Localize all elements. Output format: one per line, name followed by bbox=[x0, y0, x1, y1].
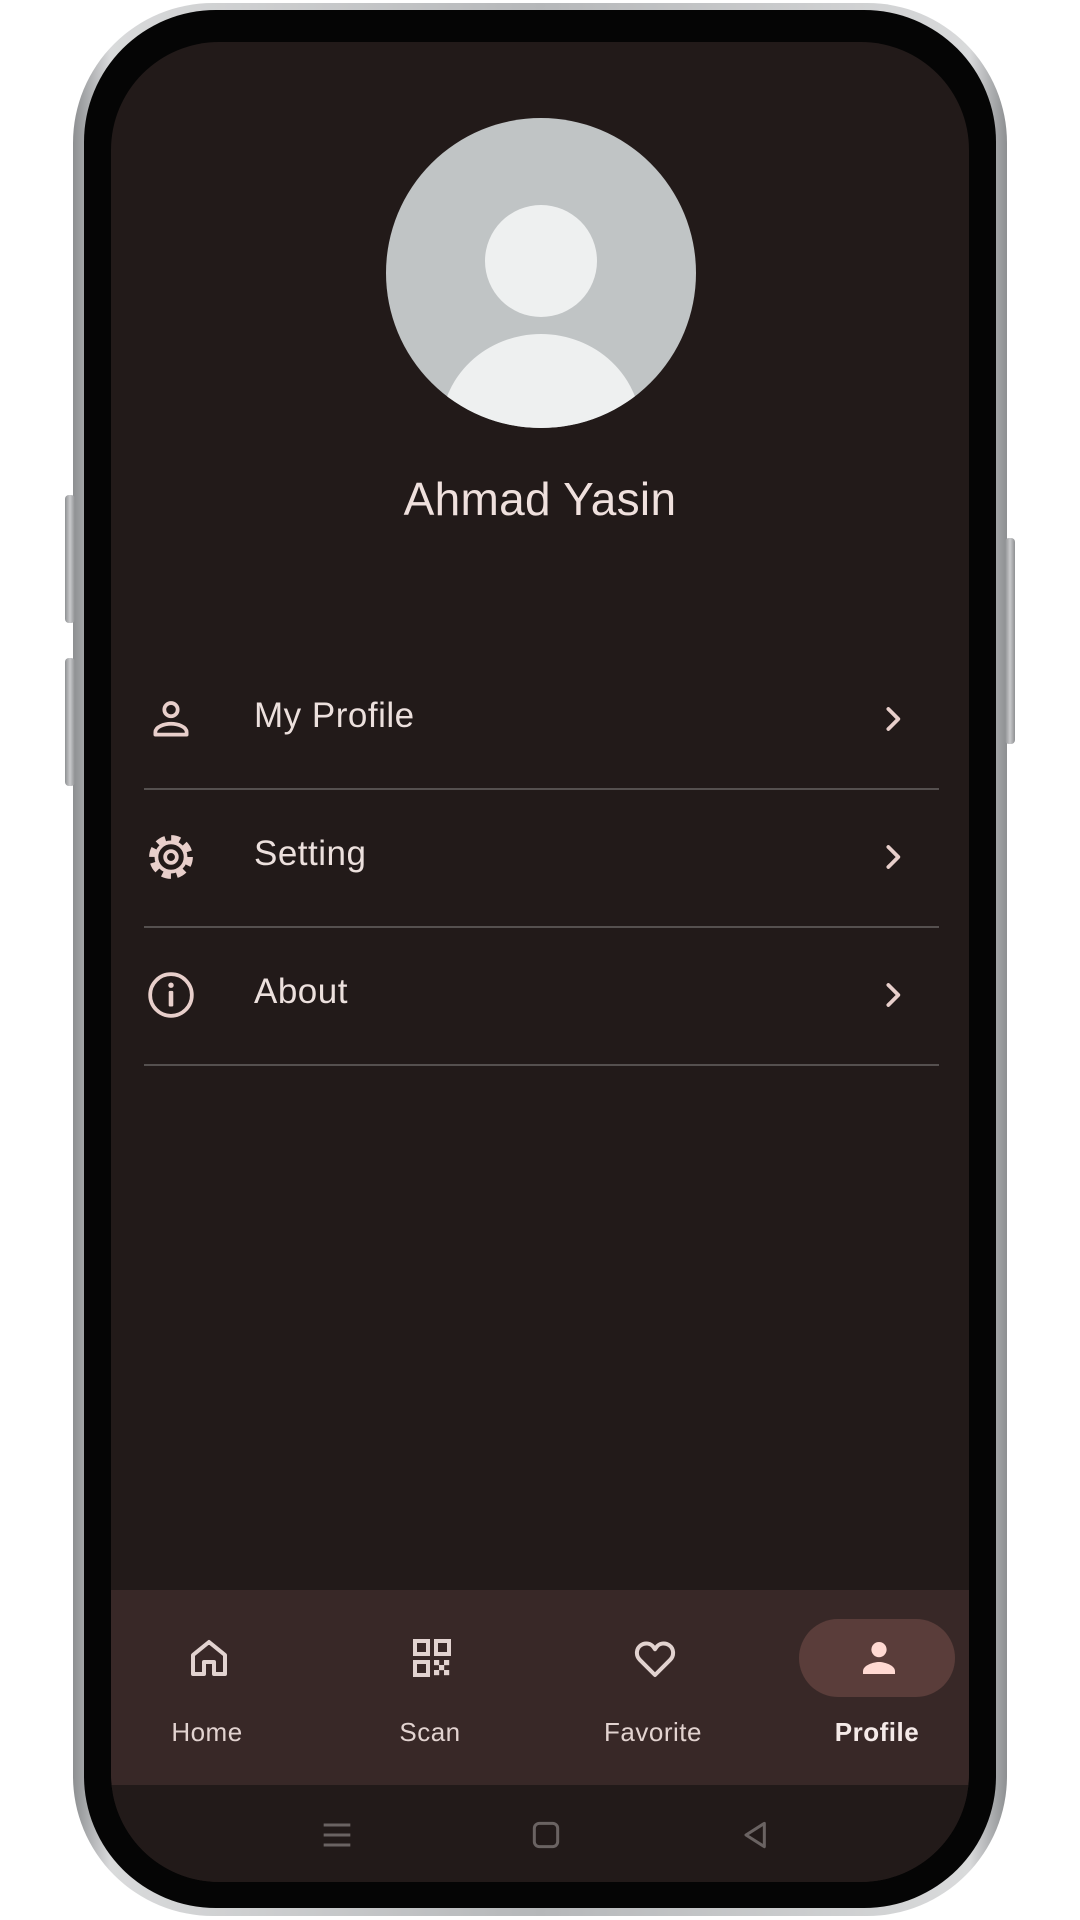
heart-icon bbox=[634, 1641, 676, 1677]
app-screen: Ahmad Yasin My Profile Setting About Hom… bbox=[111, 42, 969, 1882]
bottom-navigation: Home Scan Favorite Profile bbox=[111, 1590, 969, 1785]
info-circle-icon bbox=[148, 972, 194, 1018]
nav-item-favorite[interactable]: Favorite bbox=[558, 1590, 748, 1785]
back-triangle-icon[interactable] bbox=[736, 1815, 776, 1855]
home-icon bbox=[191, 1640, 227, 1676]
nav-item-home[interactable]: Home bbox=[112, 1590, 302, 1785]
volume-down-button bbox=[65, 658, 75, 786]
avatar-head bbox=[485, 205, 597, 317]
nav-item-scan[interactable]: Scan bbox=[335, 1590, 525, 1785]
user-name: Ahmad Yasin bbox=[403, 473, 677, 525]
avatar-body bbox=[441, 334, 641, 428]
nav-label: Favorite bbox=[604, 1717, 702, 1747]
menu-item-label: About bbox=[254, 972, 348, 1011]
nav-label: Scan bbox=[399, 1717, 461, 1747]
device-mockup: Ahmad Yasin My Profile Setting About Hom… bbox=[0, 0, 1080, 1920]
power-button bbox=[1005, 538, 1015, 744]
person-filled-icon bbox=[863, 1642, 895, 1674]
recents-icon[interactable] bbox=[317, 1815, 357, 1855]
menu-item-setting[interactable]: Setting bbox=[144, 788, 939, 928]
avatar[interactable] bbox=[386, 118, 696, 428]
nav-label: Home bbox=[171, 1717, 243, 1747]
nav-label: Profile bbox=[834, 1717, 920, 1747]
qr-code-icon bbox=[413, 1639, 451, 1677]
system-navigation-bar bbox=[111, 1785, 969, 1882]
person-outline-icon bbox=[153, 701, 189, 737]
gear-icon bbox=[149, 835, 193, 879]
chevron-right-icon bbox=[886, 707, 901, 731]
menu-item-label: My Profile bbox=[254, 696, 415, 735]
menu-item-my-profile[interactable]: My Profile bbox=[144, 650, 939, 790]
volume-up-button bbox=[65, 495, 75, 623]
menu-item-about[interactable]: About bbox=[144, 926, 939, 1066]
chevron-right-icon bbox=[886, 983, 901, 1007]
home-square-icon[interactable] bbox=[526, 1815, 566, 1855]
chevron-right-icon bbox=[886, 845, 901, 869]
nav-item-profile[interactable]: Profile bbox=[782, 1590, 969, 1785]
menu-item-label: Setting bbox=[254, 834, 367, 873]
